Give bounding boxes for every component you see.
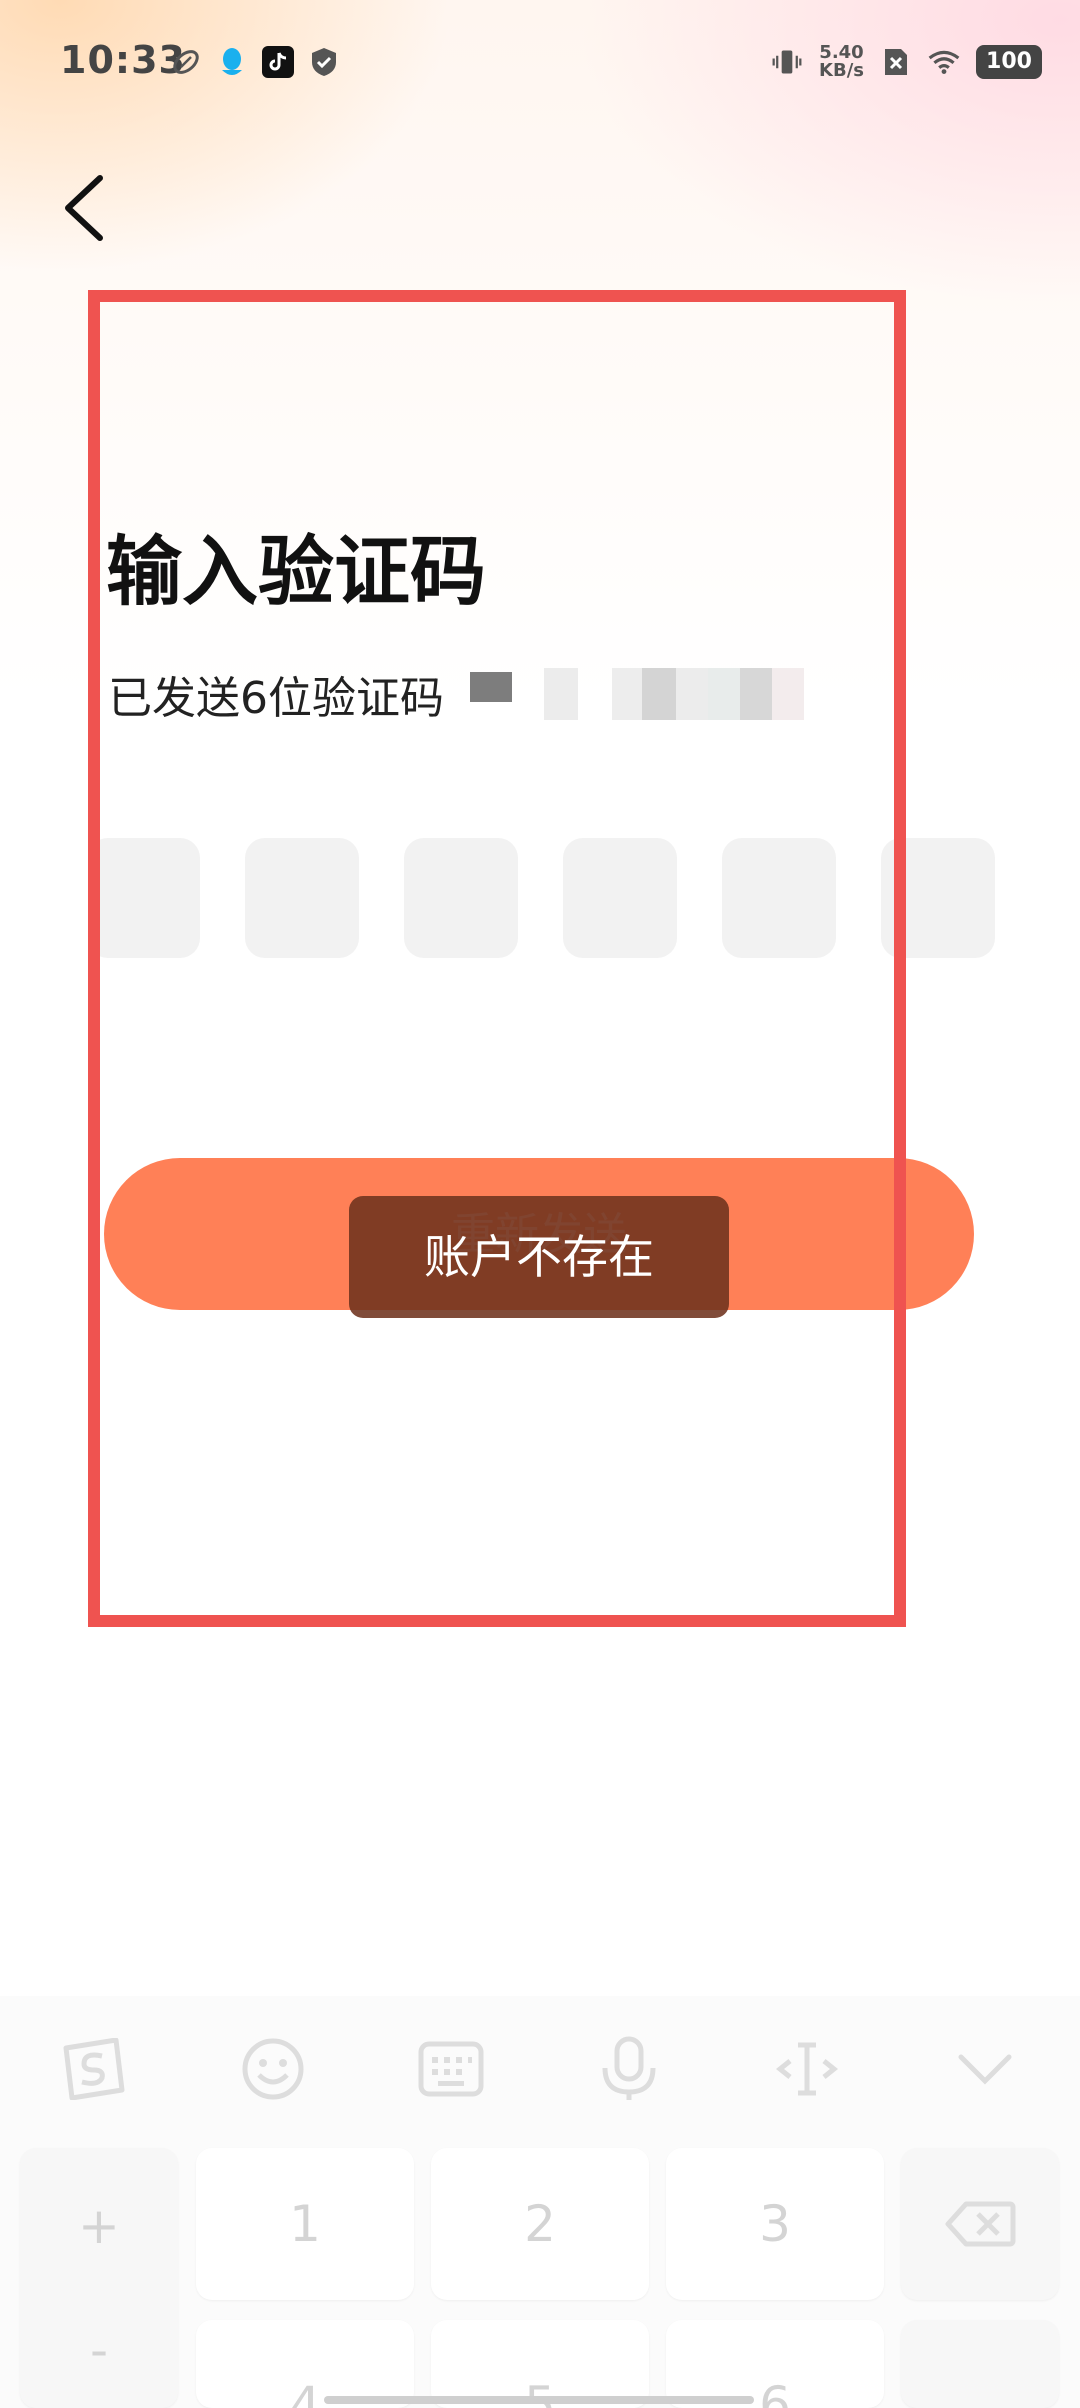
tiktok-icon [262, 46, 294, 78]
sim-off-icon [880, 46, 912, 78]
backspace-key[interactable] [901, 2148, 1059, 2300]
status-bar: 10:33 5.40 KB/s 100 [0, 0, 1080, 130]
network-speed: 5.40 KB/s [819, 44, 864, 80]
chevron-left-icon [65, 175, 103, 241]
key-2[interactable]: 2 [431, 2148, 649, 2300]
wifi-icon [928, 46, 960, 78]
emoji-icon[interactable] [238, 2034, 308, 2104]
symbol-keys-panel: + - [20, 2148, 178, 2408]
key-plus[interactable]: + [20, 2196, 178, 2256]
cursor-icon[interactable] [772, 2034, 842, 2104]
sogou-logo-icon[interactable] [58, 2034, 128, 2104]
key-5[interactable]: 5 [431, 2320, 649, 2408]
key-1[interactable]: 1 [196, 2148, 414, 2300]
vibrate-icon [771, 46, 803, 78]
backspace-icon [945, 2201, 1016, 2247]
microphone-icon[interactable] [594, 2034, 664, 2104]
keyboard-icon[interactable] [416, 2034, 486, 2104]
key-6[interactable]: 6 [666, 2320, 884, 2408]
rugby-icon [170, 46, 202, 78]
key-empty[interactable] [901, 2320, 1059, 2408]
keyboard-toolbar [0, 1996, 1080, 2136]
qq-icon [216, 46, 248, 78]
back-button[interactable] [50, 168, 120, 248]
notification-icons [170, 44, 340, 80]
soft-keyboard: + - 1 2 3 4 5 6 [0, 1996, 1080, 2408]
battery-icon: 100 [976, 45, 1042, 79]
collapse-chevron-icon[interactable] [950, 2034, 1020, 2104]
net-speed-unit: KB/s [819, 60, 864, 81]
system-indicators: 5.40 KB/s 100 [771, 40, 1042, 84]
highlight-annotation-box [88, 290, 906, 1627]
key-4[interactable]: 4 [196, 2320, 414, 2408]
key-minus[interactable]: - [20, 2320, 178, 2380]
status-time: 10:33 [60, 38, 186, 82]
shield-check-icon [308, 46, 340, 78]
home-indicator[interactable] [324, 2396, 754, 2404]
key-3[interactable]: 3 [666, 2148, 884, 2300]
